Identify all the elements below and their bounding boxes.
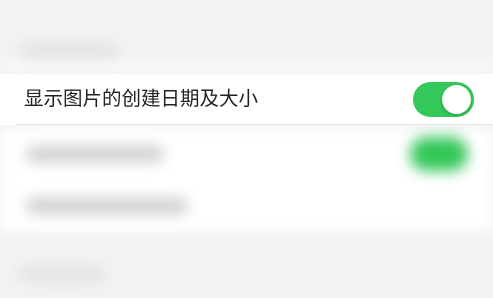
blurred-toggle bbox=[410, 137, 468, 171]
blurred-background bbox=[0, 0, 493, 298]
blurred-setting-row bbox=[0, 180, 493, 232]
blurred-section-header bbox=[20, 268, 104, 280]
blurred-row-label bbox=[26, 198, 188, 214]
blurred-setting-row bbox=[0, 128, 493, 180]
blurred-row-label bbox=[26, 146, 164, 162]
blurred-row-edge bbox=[0, 62, 493, 70]
row-divider bbox=[16, 124, 493, 125]
show-image-info-toggle[interactable] bbox=[413, 82, 474, 117]
blurred-section-header bbox=[20, 46, 120, 58]
toggle-knob bbox=[442, 85, 471, 114]
setting-row-show-image-info[interactable]: 显示图片的创建日期及大小 bbox=[0, 74, 493, 125]
setting-label: 显示图片的创建日期及大小 bbox=[24, 87, 259, 110]
